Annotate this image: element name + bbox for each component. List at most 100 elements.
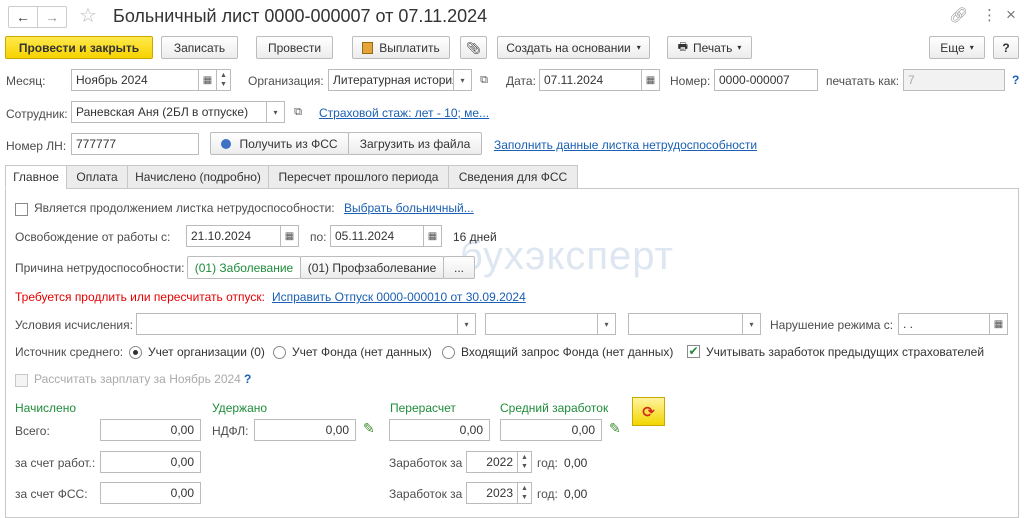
organization-field[interactable]: Литературная история (328, 69, 454, 91)
get-from-fss-button[interactable]: Получить из ФСС (210, 132, 349, 155)
fss-field[interactable]: 0,00 (100, 482, 201, 504)
violation-label: Нарушение режима с: (770, 318, 894, 332)
tab-main[interactable]: Главное (5, 165, 67, 189)
calendar-icon[interactable]: ▦ (281, 225, 299, 247)
favorite-star-icon[interactable]: ☆ (79, 3, 97, 28)
print-button[interactable]: 🖶︎ Печать ▾ (667, 36, 752, 59)
month-field[interactable]: Ноябрь 2024 (71, 69, 199, 91)
earnings-year-1-field[interactable]: 2022 (466, 451, 518, 473)
avg-earnings-field[interactable]: 0,00 (500, 419, 602, 441)
cause-label: Причина нетрудоспособности: (15, 261, 185, 275)
calc-salary-checkbox[interactable] (15, 374, 28, 387)
pay-icon (362, 41, 374, 54)
pay-button[interactable]: Выплатить (352, 36, 450, 59)
avg-source-label: Источник среднего: (15, 345, 124, 359)
date-label: Дата: (506, 74, 536, 88)
release-to-field[interactable]: 05.11.2024 (330, 225, 424, 247)
cause-more-button[interactable]: ... (443, 256, 475, 279)
tab-recalculation[interactable]: Пересчет прошлого периода (268, 165, 449, 189)
release-from-field[interactable]: 21.10.2024 (186, 225, 281, 247)
tab-payment[interactable]: Оплата (66, 165, 128, 189)
help-question-icon[interactable]: ? (1012, 73, 1019, 87)
release-to-label: по: (310, 230, 327, 244)
get-from-fss-label: Получить из ФСС (239, 136, 338, 151)
days-count: 16 дней (453, 230, 497, 244)
recalc-header: Перерасчет (390, 401, 456, 415)
tab-accrued-detail[interactable]: Начислено (подробно) (127, 165, 269, 189)
calendar-icon[interactable]: ▦ (424, 225, 442, 247)
date-field[interactable]: 07.11.2024 (539, 69, 642, 91)
ln-number-field[interactable]: 777777 (71, 133, 199, 155)
month-label: Месяц: (6, 74, 46, 88)
calendar-icon[interactable]: ▦ (990, 313, 1008, 335)
load-from-file-button[interactable]: Загрузить из файла (348, 132, 482, 155)
calc-salary-help-icon[interactable]: ? (244, 372, 251, 386)
avg-source-org-label: Учет организации (0) (148, 345, 265, 359)
conditions-label: Условия исчисления: (15, 318, 133, 332)
recalc-field[interactable]: 0,00 (389, 419, 490, 441)
employee-field[interactable]: Раневская Аня (2БЛ в отпуске) (71, 101, 267, 123)
earnings-year-1-label: год: (537, 456, 558, 470)
ndfl-label: НДФЛ: (212, 424, 249, 438)
avg-source-request-radio[interactable] (442, 346, 455, 359)
conditions-field-2[interactable] (485, 313, 598, 335)
insurance-experience-link[interactable]: Страховой стаж: лет - 10; ме... (319, 106, 489, 120)
help-button[interactable]: ? (993, 36, 1019, 59)
post-and-close-button[interactable]: Провести и закрыть (5, 36, 153, 59)
dropdown-arrow-icon[interactable]: ▾ (458, 313, 476, 335)
earnings-year-2-stepper[interactable]: ▲ ▼ (518, 482, 532, 504)
conditions-field-3[interactable] (628, 313, 743, 335)
link-icon[interactable]: 🔗︎ (949, 6, 968, 24)
total-label: Всего: (15, 424, 50, 438)
choose-sick-leave-link[interactable]: Выбрать больничный... (344, 201, 474, 215)
ndfl-field[interactable]: 0,00 (254, 419, 356, 441)
create-based-on-button[interactable]: Создать на основании ▾ (497, 36, 650, 59)
prev-insurers-label: Учитывать заработок предыдущих страховат… (706, 345, 985, 359)
pencil-icon[interactable]: ✎ (363, 420, 375, 437)
number-field[interactable]: 0000-000007 (714, 69, 818, 91)
org-dropdown-icon[interactable]: ▾ (454, 69, 472, 91)
earnings-label-2: Заработок за (389, 487, 463, 501)
accrued-header: Начислено (15, 401, 77, 415)
attach-button[interactable]: 📎︎ (460, 36, 487, 59)
create-based-label: Создать на основании (506, 40, 631, 55)
more-button[interactable]: Еще ▾ (929, 36, 985, 59)
menu-dots-icon[interactable]: ⋮ (982, 6, 997, 24)
close-icon[interactable]: × (1006, 5, 1016, 25)
violation-date-field[interactable]: . . (898, 313, 990, 335)
forward-button[interactable]: → (37, 6, 67, 28)
employee-dropdown-icon[interactable]: ▾ (267, 101, 285, 123)
release-from-label: Освобождение от работы с: (15, 230, 171, 244)
dropdown-arrow-icon[interactable]: ▾ (598, 313, 616, 335)
avg-source-fund-radio[interactable] (273, 346, 286, 359)
continuation-checkbox[interactable] (15, 203, 28, 216)
calendar-icon[interactable]: ▦ (199, 69, 217, 91)
back-button[interactable]: ← (8, 6, 38, 28)
org-open-icon[interactable]: ⧉ (475, 69, 493, 91)
total-field[interactable]: 0,00 (100, 419, 201, 441)
dropdown-arrow-icon[interactable]: ▾ (743, 313, 761, 335)
dropdown-arrow-icon: ▾ (636, 43, 641, 52)
cause-occupational-option[interactable]: (01) Профзаболевание (300, 256, 444, 279)
save-button[interactable]: Записать (161, 36, 238, 59)
ln-number-label: Номер ЛН: (6, 139, 67, 153)
employer-field[interactable]: 0,00 (100, 451, 201, 473)
month-stepper[interactable]: ▲ ▼ (217, 69, 231, 91)
fill-sick-leave-data-link[interactable]: Заполнить данные листка нетрудоспособнос… (494, 138, 757, 152)
earnings-year-1-stepper[interactable]: ▲ ▼ (518, 451, 532, 473)
post-button[interactable]: Провести (256, 36, 333, 59)
prev-insurers-checkbox[interactable]: ✔ (687, 345, 700, 358)
calendar-icon[interactable]: ▦ (642, 69, 660, 91)
print-as-field[interactable]: 7 (903, 69, 1005, 91)
employee-open-icon[interactable]: ⧉ (289, 101, 307, 123)
tab-fss-info[interactable]: Сведения для ФСС (448, 165, 578, 189)
earnings-year-2-field[interactable]: 2023 (466, 482, 518, 504)
refresh-button[interactable]: ⟳ (632, 397, 665, 426)
avg-source-org-radio[interactable] (129, 346, 142, 359)
pencil-icon[interactable]: ✎ (609, 420, 621, 437)
cause-disease-option[interactable]: (01) Заболевание (187, 256, 301, 279)
withheld-header: Удержано (212, 401, 268, 415)
dropdown-arrow-icon: ▾ (737, 43, 742, 52)
fix-vacation-link[interactable]: Исправить Отпуск 0000-000010 от 30.09.20… (272, 290, 526, 304)
conditions-field-1[interactable] (136, 313, 458, 335)
